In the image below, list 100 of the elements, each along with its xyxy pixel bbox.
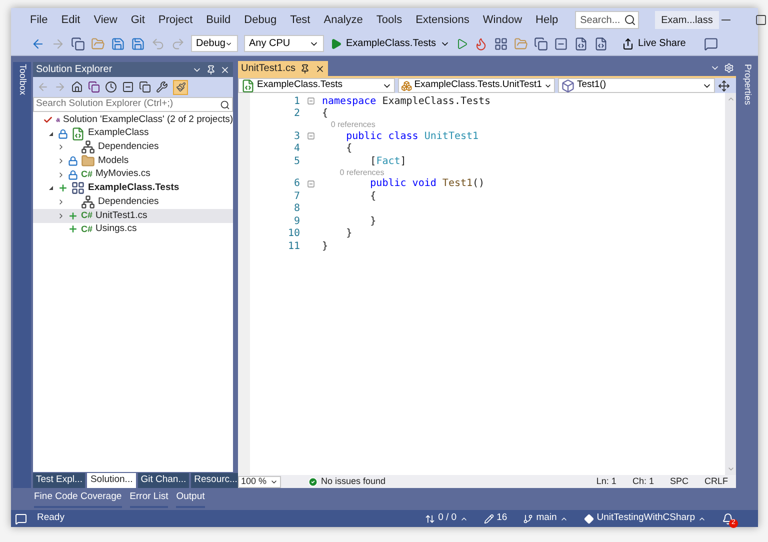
save-all-icon[interactable] — [131, 36, 145, 50]
feedback-icon[interactable] — [704, 36, 718, 50]
file-type-label: C# — [81, 211, 93, 220]
edits-indicator[interactable]: 16 — [484, 511, 508, 526]
project-icon — [71, 126, 85, 141]
line-number: 10 — [286, 227, 300, 242]
notifications-icon[interactable] — [722, 512, 734, 524]
code-line: public class UnitTest1 — [345, 130, 479, 143]
collapse-icon[interactable] — [554, 36, 568, 50]
line-indicator[interactable]: Ln: 1 — [596, 474, 616, 488]
tool-window-tab[interactable]: Output — [176, 490, 205, 508]
settings-icon[interactable] — [724, 63, 734, 73]
line-number: 1 — [292, 94, 300, 108]
document-tab[interactable]: UnitTest1.cs — [238, 61, 328, 76]
whitespace-indicator[interactable]: SPC — [670, 474, 688, 488]
status-text: Ready — [37, 511, 64, 526]
tree-item[interactable]: Dependencies — [33, 195, 233, 209]
code-editor[interactable]: 1 namespace ExampleClass.Tests 2 { 0 references 3 public class UnitTest1 4 { 5 [Fact] 0 references 6 public void Test1() 7 { 8 9 } 10 } 11 } — [238, 93, 736, 475]
menu-item[interactable]: Git — [130, 12, 145, 28]
line-number: 6 — [292, 177, 300, 192]
menu-item[interactable]: Window — [482, 12, 522, 28]
preview-button[interactable] — [173, 80, 188, 94]
show-all-files-icon[interactable] — [139, 81, 151, 93]
clock-icon[interactable] — [105, 81, 117, 93]
menu-item[interactable]: Extensions — [416, 12, 470, 28]
save-icon[interactable] — [111, 36, 125, 50]
menu-item[interactable]: Project — [158, 12, 193, 28]
pin-icon[interactable] — [300, 64, 310, 74]
pin-icon[interactable] — [206, 64, 216, 74]
share-icon — [622, 38, 634, 50]
split-icon[interactable] — [718, 80, 730, 92]
flame-icon[interactable] — [474, 36, 488, 50]
tree-item-label: ExampleClass.Tests — [88, 181, 180, 196]
code-line: [Fact] — [369, 154, 406, 169]
menu-item[interactable]: Help — [536, 12, 558, 28]
tree-item-label: Models — [98, 154, 129, 168]
menu-item[interactable]: Analyze — [324, 12, 363, 28]
issues-status[interactable]: No issues found — [321, 474, 386, 488]
live-share-button[interactable]: Live Share — [622, 36, 686, 51]
menu-item[interactable]: File — [30, 12, 48, 28]
cube-icon — [561, 78, 575, 92]
close-icon[interactable] — [315, 64, 326, 74]
platform-dropdown[interactable]: Any CPU — [244, 35, 324, 52]
line-ending-indicator[interactable]: CRLF — [704, 474, 728, 488]
menu-item[interactable]: Edit — [61, 12, 80, 28]
tree-item[interactable]: C# Usings.cs — [33, 222, 233, 236]
navigation-dropdown[interactable]: ExampleClass.Tests.UnitTest1 — [398, 78, 555, 93]
line-number: 3 — [292, 130, 300, 144]
panel-tab[interactable]: Solution... — [87, 473, 136, 488]
tree-item[interactable]: Solution 'ExampleClass' (2 of 2 projects) — [33, 113, 233, 127]
repository-indicator[interactable]: UnitTestingWithCSharp — [584, 511, 706, 526]
tree-item[interactable]: ExampleClass.Tests — [33, 181, 233, 196]
expanded-arrow-icon[interactable] — [49, 186, 53, 190]
comment-icon[interactable] — [574, 36, 588, 50]
tree-item-label: Dependencies — [98, 194, 159, 209]
changes-indicator[interactable]: 0 / 0 — [425, 511, 468, 526]
line-number: 4 — [292, 142, 300, 156]
code-line: { — [322, 107, 328, 122]
tree-item-label: Usings.cs — [96, 222, 137, 236]
tool-window-tab[interactable]: Fine Code Coverage — [34, 490, 122, 508]
start-button[interactable]: ExampleClass.Tests — [330, 36, 450, 51]
tree-item[interactable]: Models — [33, 154, 233, 168]
tool-window-tab[interactable]: Error List — [130, 490, 168, 508]
close-icon[interactable] — [220, 64, 230, 74]
search-field[interactable]: Search... — [575, 11, 640, 29]
panel-tab[interactable]: Test Expl... — [33, 473, 86, 488]
tree-item[interactable]: C# UnitTest1.cs — [33, 208, 233, 222]
panel-tab[interactable]: Git Chan... — [138, 473, 190, 488]
tree-item[interactable]: ExampleClass — [33, 126, 233, 140]
check-circle-icon — [308, 476, 318, 486]
tree-item[interactable]: Dependencies — [33, 140, 233, 154]
switch-views-icon[interactable] — [88, 81, 100, 93]
wrench-icon[interactable] — [156, 81, 168, 93]
collapse-all-icon[interactable] — [122, 81, 134, 93]
tree-item[interactable]: C# MyMovies.cs — [33, 168, 233, 182]
column-indicator[interactable]: Ch: 1 — [632, 474, 654, 488]
uncomment-icon[interactable] — [594, 36, 608, 50]
new-item-icon[interactable] — [71, 36, 85, 50]
code-line: } — [369, 214, 376, 229]
window-icon[interactable] — [534, 36, 548, 50]
branch-indicator[interactable]: main — [523, 511, 568, 526]
search-field[interactable]: Search Solution Explorer (Ctrl+;) — [33, 97, 233, 112]
configuration-dropdown[interactable]: Debug — [191, 35, 238, 52]
grid-icon[interactable] — [494, 36, 508, 50]
back-icon[interactable] — [31, 36, 45, 50]
menu-item[interactable]: Debug — [244, 12, 277, 28]
maximize-icon[interactable] — [754, 14, 767, 26]
expanded-arrow-icon[interactable] — [49, 132, 53, 136]
zoom-dropdown[interactable]: 100 % — [238, 476, 281, 488]
play-outline-icon[interactable] — [456, 38, 468, 50]
panel-tab[interactable]: Resourc... — [191, 473, 240, 488]
properties-tab[interactable]: Properties — [738, 62, 756, 488]
menu-item[interactable]: Tools — [376, 12, 402, 28]
menu-item[interactable]: View — [94, 12, 118, 28]
menu-item[interactable]: Test — [290, 12, 310, 28]
home-icon[interactable] — [71, 81, 83, 93]
navigation-dropdown[interactable]: Test1() — [558, 78, 715, 93]
toolbox-tab[interactable]: Toolbox — [13, 62, 31, 488]
menu-item[interactable]: Build — [206, 12, 231, 28]
navigation-dropdown[interactable]: ExampleClass.Tests — [238, 78, 395, 93]
